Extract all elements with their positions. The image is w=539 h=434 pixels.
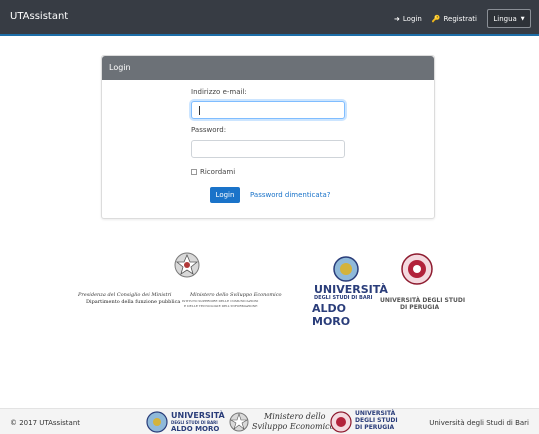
login-card: Login Indirizzo e-mail: Password: Ricord… (101, 55, 435, 219)
footer-mise-logo: Ministero dello Sviluppo Economico (228, 410, 334, 434)
footer-unipg-logo: UNIVERSITÀ DEGLI STUDI DI PERUGIA (330, 410, 410, 434)
footer-unipg-line2: DEGLI STUDI (355, 417, 398, 424)
uniba-seal-icon (333, 256, 359, 282)
mise-logo: Ministero dello Sviluppo Economico ISTIT… (178, 250, 308, 310)
password-label: Password: (191, 126, 227, 134)
remember-label: Ricordami (200, 168, 236, 176)
email-field[interactable] (191, 101, 345, 119)
login-link[interactable]: ➜ Login (394, 15, 422, 23)
unipg-line2: DI PERUGIA (400, 304, 440, 311)
login-link-label: Login (402, 14, 422, 23)
unipg-logo: UNIVERSITÀ DEGLI STUDI DI PERUGIA (380, 250, 465, 320)
navbar-right: ➜ Login 🔑 Registrati Lingua ▼ (394, 9, 531, 28)
language-label: Lingua (493, 14, 517, 23)
unipg-seal-icon (401, 253, 433, 285)
footer: © 2017 UTAssistant UNIVERSITÀ DEGLI STUD… (0, 408, 539, 434)
remember-me[interactable]: Ricordami (191, 168, 235, 176)
remember-checkbox[interactable] (191, 169, 197, 175)
footer-uniba-logo: UNIVERSITÀ DEGLI STUDI DI BARI ALDO MORO (146, 410, 226, 434)
mise-line3: E DELLE TECNOLOGIE DELL'INFORMAZIONE (184, 304, 258, 308)
brand-link[interactable]: UTAssistant (10, 11, 68, 22)
sign-in-icon: ➜ (394, 14, 400, 23)
footer-italian-emblem-icon (229, 412, 249, 432)
key-icon: 🔑 (431, 14, 441, 23)
login-button[interactable]: Login (210, 187, 240, 203)
unipg-line1: UNIVERSITÀ DEGLI STUDI (380, 297, 466, 304)
uniba-logo: UNIVERSITÀ DEGLI STUDI DI BARI ALDO MORO (310, 250, 388, 328)
mise-line2: ISTITUTO SUPERIORE DELLE COMUNICAZIONI (182, 299, 259, 303)
presidenza-line2: Dipartimento della funzione pubblica (86, 299, 181, 305)
footer-unipg-seal-icon (330, 411, 352, 433)
email-label: Indirizzo e-mail: (191, 88, 247, 96)
register-link[interactable]: 🔑 Registrati (432, 15, 477, 23)
footer-uniba-line3: ALDO MORO (171, 425, 220, 433)
language-dropdown[interactable]: Lingua ▼ (487, 9, 531, 28)
forgot-password-link[interactable]: Password dimenticata? (250, 191, 330, 199)
text-cursor (199, 106, 200, 115)
caret-down-icon: ▼ (520, 15, 525, 22)
top-navbar: UTAssistant ➜ Login 🔑 Registrati Lingua … (0, 0, 539, 36)
uniba-line3: ALDO MORO (312, 302, 351, 328)
footer-uniba-seal-icon (146, 411, 168, 433)
register-link-label: Registrati (443, 14, 478, 23)
footer-right-text: Università degli Studi di Bari (429, 419, 529, 427)
login-card-header: Login (102, 56, 434, 80)
footer-unipg-line1: UNIVERSITÀ (355, 410, 396, 417)
footer-unipg-line3: DI PERUGIA (355, 424, 395, 431)
footer-mise-line2: Sviluppo Economico (252, 422, 335, 431)
footer-uniba-line1: UNIVERSITÀ (171, 411, 225, 420)
footer-copyright: © 2017 UTAssistant (10, 419, 81, 427)
mise-line1: Ministero dello Sviluppo Economico (190, 292, 282, 298)
password-field[interactable] (191, 140, 345, 158)
uniba-line2: DEGLI STUDI DI BARI (314, 295, 373, 301)
footer-mise-line1: Ministero dello (264, 412, 326, 421)
